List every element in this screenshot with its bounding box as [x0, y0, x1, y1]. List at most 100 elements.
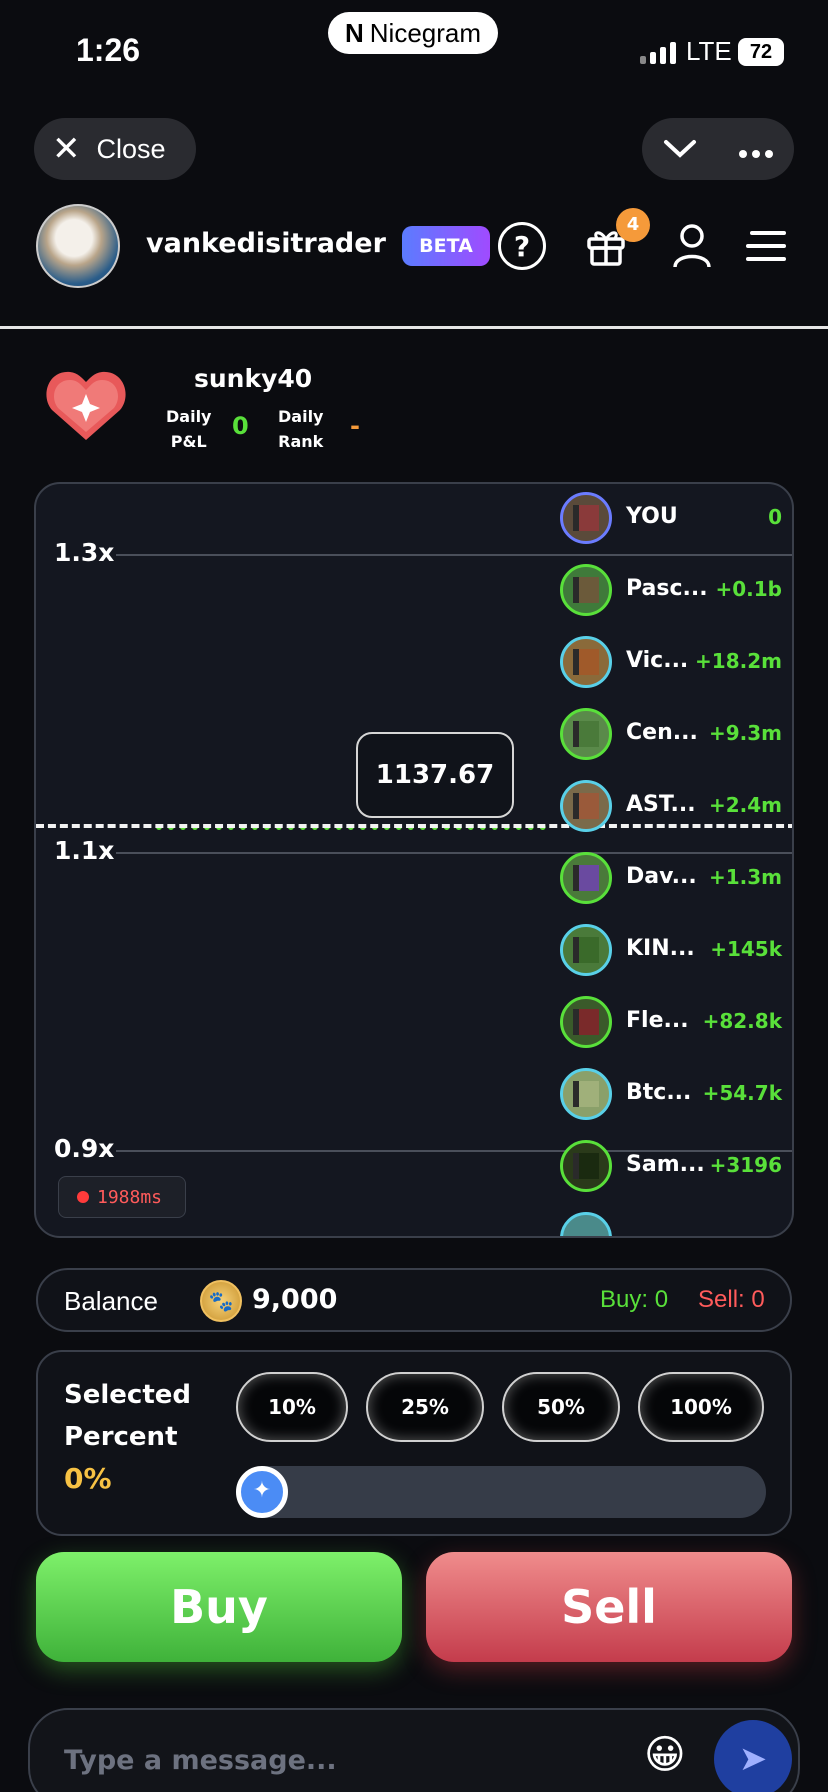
avatar	[560, 564, 612, 616]
leaderboard-name: AST...	[626, 792, 696, 817]
buy-button[interactable]: Buy	[36, 1552, 402, 1662]
leaderboard-name: Cen...	[626, 720, 698, 745]
latency-dot-icon	[77, 1191, 89, 1203]
leaderboard-row[interactable]: Sam... +3196	[560, 1140, 792, 1194]
more-options-icon[interactable]	[738, 132, 774, 167]
balance-label: Balance	[64, 1286, 158, 1316]
avatar	[560, 996, 612, 1048]
selected-percent-title-line1: Selected	[64, 1380, 191, 1410]
price-chart[interactable]: 1.3x 1.1x 0.9x 1137.67 1988ms YOU 0 Pasc…	[34, 482, 794, 1238]
percent-button-50[interactable]: 50%	[502, 1372, 620, 1442]
message-input[interactable]	[64, 1740, 624, 1780]
leaderboard-row[interactable]: AST... +2.4m	[560, 780, 792, 834]
leaderboard-row[interactable]: YOU 0	[560, 492, 792, 546]
emoji-icon[interactable]: 😀	[644, 1732, 686, 1778]
leaderboard-name: Vic...	[626, 648, 689, 673]
message-bar: 😀 ➤	[28, 1708, 800, 1792]
beta-badge: BETA	[402, 226, 490, 266]
daily-pnl-value: 0	[232, 412, 249, 440]
sell-count: Sell: 0	[698, 1286, 765, 1313]
avatar	[560, 1140, 612, 1192]
daily-pnl-label-line1: Daily	[166, 407, 212, 426]
avatar	[560, 780, 612, 832]
leaderboard-name: Dav...	[626, 864, 697, 889]
percent-button-100[interactable]: 100%	[638, 1372, 764, 1442]
leaderboard-value: +3196	[709, 1153, 782, 1177]
avatar	[560, 852, 612, 904]
balance-value: 9,000	[252, 1284, 338, 1315]
sell-button[interactable]: Sell	[426, 1552, 792, 1662]
chevron-down-icon[interactable]	[663, 132, 697, 167]
leaderboard-row-partial[interactable]	[560, 1212, 792, 1236]
network-type: LTE	[686, 36, 732, 66]
avatar	[560, 636, 612, 688]
selected-percent-title-line2: Percent	[64, 1422, 178, 1452]
status-bar: 1:26 N Nicegram LTE 72	[0, 0, 828, 100]
percent-button-25[interactable]: 25%	[366, 1372, 484, 1442]
leaderboard-row[interactable]: Fle... +82.8k	[560, 996, 792, 1050]
avatar	[560, 1212, 612, 1236]
leaderboard-row[interactable]: Dav... +1.3m	[560, 852, 792, 906]
nicegram-logo-icon: N	[344, 17, 364, 48]
header-divider	[0, 326, 828, 329]
close-button[interactable]: ✕ Close	[34, 118, 196, 180]
leaderboard-value: +9.3m	[708, 721, 782, 745]
balance-bar: Balance 🐾 9,000 Buy: 0 Sell: 0	[36, 1268, 792, 1332]
leaderboard-row[interactable]: KIN... +145k	[560, 924, 792, 978]
gift-count-badge: 4	[616, 208, 650, 242]
percent-slider[interactable]: ✦	[236, 1466, 766, 1518]
avatar	[560, 708, 612, 760]
leaderboard-name: YOU	[626, 504, 678, 529]
y-label-1-3x: 1.3x	[54, 538, 115, 567]
leaderboard-value: +145k	[710, 937, 782, 961]
buy-count: Buy: 0	[600, 1286, 669, 1313]
close-icon: ✕	[52, 130, 81, 168]
send-icon[interactable]: ➤	[714, 1720, 792, 1792]
y-label-0-9x: 0.9x	[54, 1134, 115, 1163]
leaderboard-value: +1.3m	[708, 865, 782, 889]
paw-coin-icon: 🐾	[200, 1280, 242, 1322]
username: vankedisitrader	[146, 228, 386, 259]
selected-percent-title: Selected Percent	[64, 1374, 191, 1458]
selected-percent-value: 0%	[64, 1462, 112, 1495]
slider-knob-icon[interactable]: ✦	[236, 1466, 288, 1518]
menu-icon[interactable]	[742, 222, 790, 270]
leaderboard-name: Sam...	[626, 1152, 705, 1177]
leaderboard-name: KIN...	[626, 936, 695, 961]
close-label: Close	[96, 133, 166, 164]
gridline-1-3x	[116, 554, 792, 556]
leaderboard-name: Pasc...	[626, 576, 708, 601]
leaderboard-value: +2.4m	[708, 793, 782, 817]
leaderboard-row[interactable]: Pasc... +0.1b	[560, 564, 792, 618]
percent-button-10[interactable]: 10%	[236, 1372, 348, 1442]
daily-pnl-label-line2: P&L	[170, 432, 207, 451]
leaderboard-value: 0	[768, 505, 782, 529]
leaderboard-row[interactable]: Btc... +54.7k	[560, 1068, 792, 1122]
current-price-label: 1137.67	[356, 732, 514, 818]
leaderboard-name: Fle...	[626, 1008, 689, 1033]
percent-panel: Selected Percent 0% 10% 25% 50% 100% ✦	[36, 1350, 792, 1536]
leaderboard-row[interactable]: Vic... +18.2m	[560, 636, 792, 690]
latency-indicator: 1988ms	[58, 1176, 186, 1218]
avatar	[560, 1068, 612, 1120]
daily-rank-label-line2: Rank	[278, 432, 324, 451]
nicegram-label: Nicegram	[369, 17, 482, 48]
nicegram-pill: N Nicegram	[328, 12, 498, 54]
help-icon[interactable]: ?	[498, 222, 546, 270]
avatar	[560, 492, 612, 544]
battery-icon: 72	[738, 38, 784, 66]
leaderboard-row[interactable]: Cen... +9.3m	[560, 708, 792, 762]
profile-icon[interactable]	[668, 222, 716, 270]
daily-rank-label-line1: Daily	[278, 407, 324, 426]
user-avatar[interactable]	[36, 204, 120, 288]
y-label-1-1x: 1.1x	[54, 836, 115, 865]
leaderboard-value: +82.8k	[702, 1009, 782, 1033]
status-time: 1:26	[76, 32, 141, 68]
daily-pnl-label: Daily P&L	[166, 404, 211, 454]
leaderboard-name: Btc...	[626, 1080, 692, 1105]
heart-rank-icon	[44, 362, 128, 446]
profile-name: sunky40	[194, 364, 313, 393]
leaderboard-value: +0.1b	[715, 577, 782, 601]
mini-app-controls	[642, 118, 794, 180]
latency-value: 1988ms	[97, 1186, 163, 1208]
